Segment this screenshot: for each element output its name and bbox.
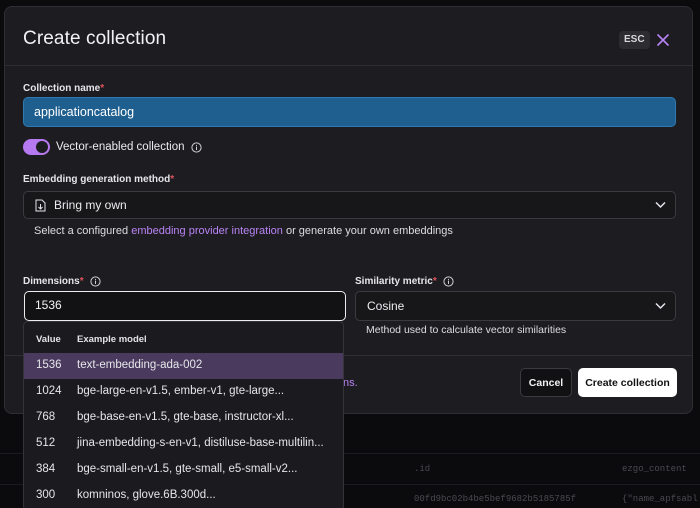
similarity-metric-value: Cosine — [367, 299, 405, 313]
close-button[interactable] — [653, 30, 673, 50]
embedding-method-value: Bring my own — [54, 198, 127, 212]
vector-enabled-label: Vector-enabled collection — [56, 141, 185, 153]
header-example-model: Example model — [77, 334, 147, 345]
dropdown-option[interactable]: 384 bge-small-en-v1.5, gte-small, e5-sma… — [24, 457, 343, 483]
file-import-icon — [35, 199, 46, 212]
option-model: bge-small-en-v1.5, gte-small, e5-small-v… — [77, 463, 298, 475]
header-value: Value — [36, 334, 61, 345]
option-value: 300 — [36, 489, 56, 501]
cancel-button[interactable]: Cancel — [520, 368, 572, 397]
vector-enabled-row: Vector-enabled collection — [23, 138, 202, 156]
option-model: jina-embedding-s-en-v1, distiluse-base-m… — [77, 437, 324, 449]
embedding-provider-link[interactable]: embedding provider integration — [131, 225, 283, 237]
footer-link[interactable]: ns. — [343, 377, 358, 389]
required-mark: * — [432, 276, 437, 287]
dropdown-option[interactable]: 1536 text-embedding-ada-002 — [24, 353, 343, 379]
embedding-method-label: Embedding generation method* — [23, 174, 174, 185]
dimensions-label: Dimensions * — [23, 276, 101, 287]
similarity-metric-helper: Method used to calculate vector similari… — [366, 324, 567, 336]
background-cell: .id — [414, 464, 431, 474]
helper-prefix: Select a configured — [34, 225, 129, 237]
similarity-metric-label-text: Similarity metric — [355, 276, 433, 287]
chevron-down-icon — [655, 201, 666, 209]
esc-key-badge: ESC — [619, 31, 650, 49]
vector-enabled-toggle[interactable] — [23, 139, 50, 155]
option-value: 1536 — [36, 359, 62, 371]
option-model: komninos, glove.6B.300d... — [77, 489, 216, 501]
collection-name-label-text: Collection name — [23, 83, 101, 94]
toggle-knob — [36, 141, 48, 153]
helper-suffix: or generate your own embeddings — [285, 225, 453, 237]
info-icon[interactable] — [89, 276, 101, 287]
modal-title: Create collection — [23, 28, 167, 49]
background-cell: 00fd9bc02b4be5bef9682b5185785f — [414, 494, 577, 504]
dimensions-input[interactable]: 1536 — [24, 291, 346, 321]
embedding-method-select[interactable]: Bring my own — [23, 191, 676, 219]
option-model: bge-large-en-v1.5, ember-v1, gte-large..… — [77, 385, 285, 397]
option-value: 384 — [36, 463, 56, 475]
embedding-method-helper: Select a configured embedding provider i… — [34, 225, 453, 237]
option-value: 512 — [36, 437, 56, 449]
collection-name-label: Collection name* — [23, 83, 104, 94]
dimensions-dropdown: Value Example model 1536 text-embedding-… — [23, 321, 344, 508]
similarity-metric-select[interactable]: Cosine — [355, 291, 676, 321]
info-icon[interactable] — [190, 141, 202, 153]
option-value: 768 — [36, 411, 56, 423]
dropdown-option[interactable]: 1024 bge-large-en-v1.5, ember-v1, gte-la… — [24, 379, 343, 405]
dropdown-header: Value Example model — [24, 322, 343, 353]
background-cell: {"name_apfsabl — [622, 494, 698, 504]
info-icon[interactable] — [443, 276, 454, 287]
dimensions-label-text: Dimensions — [23, 276, 80, 287]
create-collection-button[interactable]: Create collection — [578, 368, 677, 397]
chevron-down-icon — [655, 302, 666, 310]
dropdown-option[interactable]: 512 jina-embedding-s-en-v1, distiluse-ba… — [24, 431, 343, 457]
required-mark: * — [100, 83, 105, 94]
background-cell: ezgo_content — [622, 464, 687, 474]
close-icon — [657, 34, 669, 46]
dropdown-option[interactable]: 300 komninos, glove.6B.300d... — [24, 483, 343, 508]
option-model: bge-base-en-v1.5, gte-base, instructor-x… — [77, 411, 294, 423]
modal-header: Create collection ESC — [5, 7, 692, 66]
similarity-metric-label: Similarity metric * — [355, 276, 454, 287]
required-mark: * — [79, 276, 84, 287]
required-mark: * — [170, 174, 175, 185]
collection-name-input[interactable]: applicationcatalog — [23, 97, 676, 127]
option-value: 1024 — [36, 385, 62, 397]
dropdown-option[interactable]: 768 bge-base-en-v1.5, gte-base, instruct… — [24, 405, 343, 431]
option-model: text-embedding-ada-002 — [77, 359, 203, 371]
embedding-method-label-text: Embedding generation method — [23, 174, 171, 185]
